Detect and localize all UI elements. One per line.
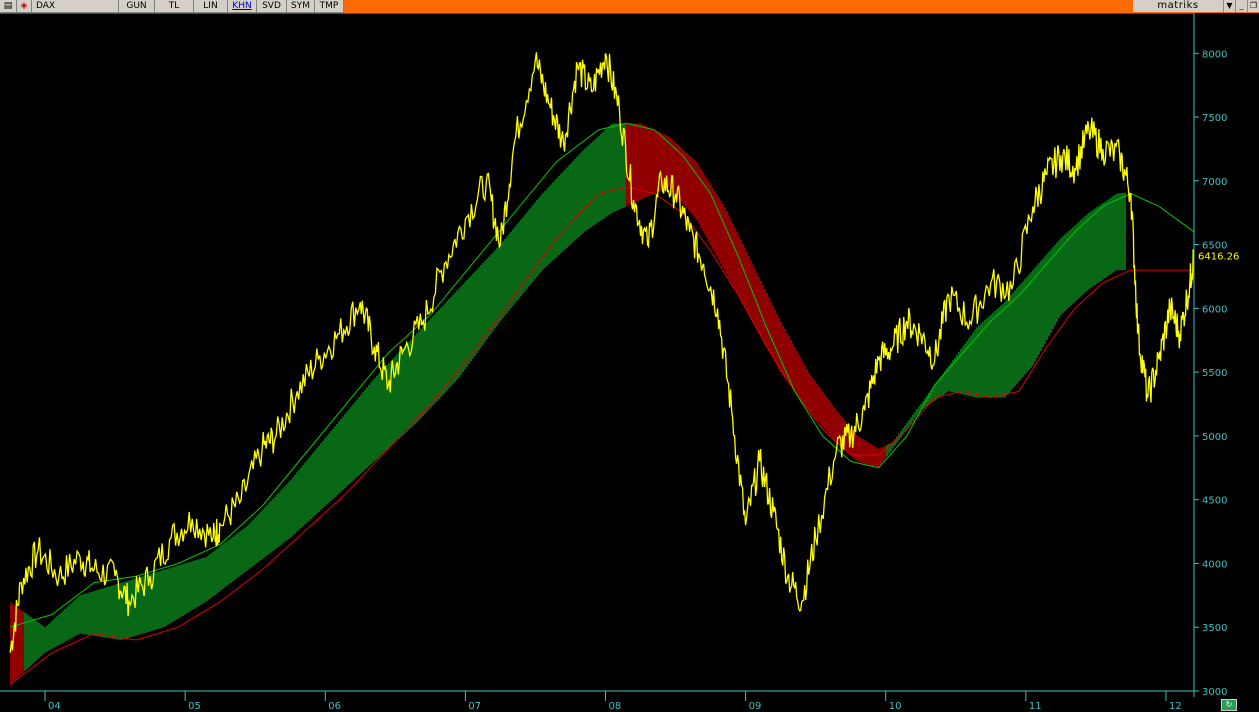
- last-value-label: 6416.26: [1198, 251, 1239, 262]
- brand-logo: matriks: [1133, 0, 1223, 12]
- y-tick-label: 6500: [1202, 241, 1227, 252]
- y-tick-label: 4500: [1202, 496, 1227, 507]
- y-tick-label: 7000: [1202, 177, 1227, 188]
- y-tick-label: 8000: [1202, 49, 1227, 60]
- restore-icon[interactable]: ❐: [1248, 0, 1259, 12]
- refresh-icon[interactable]: ↻: [1221, 699, 1237, 711]
- chart-type-icon[interactable]: ▤: [0, 0, 17, 13]
- y-tick-label: 3000: [1202, 687, 1227, 698]
- symbol-field[interactable]: DAX: [32, 0, 119, 13]
- y-tick-label: 5500: [1202, 368, 1227, 379]
- x-tick-label: 12: [1169, 701, 1182, 712]
- price-chart[interactable]: 3000 3500 4000 4500 5000 5500 6000 6500 7000 7500…: [0, 13, 1259, 712]
- indicator-icon[interactable]: ◈: [17, 0, 32, 13]
- sym-button[interactable]: SYM: [287, 0, 315, 13]
- band-fill: [10, 123, 1126, 684]
- x-tick-label: 04: [48, 701, 61, 712]
- y-tick-label: 7500: [1202, 113, 1227, 124]
- y-tick-label: 5000: [1202, 432, 1227, 443]
- x-tick-label: 11: [1029, 701, 1042, 712]
- x-tick-label: 10: [889, 701, 902, 712]
- tmp-button[interactable]: TMP: [315, 0, 344, 13]
- window-controls: ▼ _ ❐: [1223, 0, 1259, 12]
- x-tick-label: 09: [749, 701, 762, 712]
- x-tick-label: 07: [468, 701, 481, 712]
- y-tick-label: 3500: [1202, 623, 1227, 634]
- minimize-icon[interactable]: _: [1236, 0, 1247, 12]
- x-tick-label: 05: [188, 701, 201, 712]
- x-tick-label: 06: [328, 701, 341, 712]
- dropdown-icon[interactable]: ▼: [1224, 0, 1235, 12]
- tl-button[interactable]: TL: [155, 0, 194, 13]
- lin-button[interactable]: LIN: [194, 0, 228, 13]
- toolbar: ▤ ◈ DAX GUN TL LIN KHN SVD SYM TMP matri…: [0, 0, 1259, 13]
- khn-button[interactable]: KHN: [228, 0, 257, 13]
- y-tick-label: 4000: [1202, 559, 1227, 570]
- y-tick-label: 6000: [1202, 304, 1227, 315]
- toolbar-left: ▤ ◈ DAX GUN TL LIN KHN SVD SYM TMP: [0, 0, 344, 13]
- svd-button[interactable]: SVD: [257, 0, 287, 13]
- period-gun-button[interactable]: GUN: [119, 0, 155, 13]
- x-tick-label: 08: [609, 701, 622, 712]
